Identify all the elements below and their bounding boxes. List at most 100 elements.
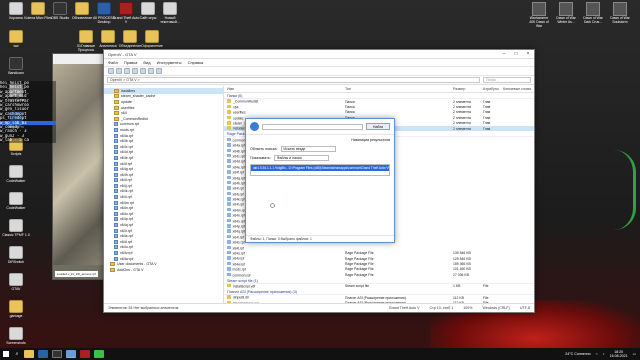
column-header[interactable]: Имя bbox=[224, 87, 342, 91]
import-icon[interactable] bbox=[140, 68, 146, 74]
network-icon[interactable]: ⌁ bbox=[596, 352, 598, 356]
taskbar-app-obs[interactable] bbox=[52, 350, 62, 358]
desktop-icon[interactable]: Classic TPMF 1.0 bbox=[2, 219, 30, 237]
file-name: _CommonRedist bbox=[233, 99, 259, 104]
top-right-shortcut[interactable]: Dawn of War Dark Crus... bbox=[582, 2, 604, 25]
file-name: x64s.rpf bbox=[232, 240, 245, 245]
area-select[interactable]: Искать везде bbox=[280, 145, 336, 152]
folder-icon bbox=[227, 121, 231, 125]
desktop-icon-image bbox=[9, 273, 23, 286]
close-icon[interactable]: × bbox=[522, 50, 534, 59]
search-dialog[interactable]: Найти Навигация результатов Область поис… bbox=[245, 118, 395, 243]
column-header[interactable]: Атрибуты bbox=[480, 87, 500, 91]
tree-item-label: common.rpf bbox=[120, 122, 139, 127]
back-icon[interactable] bbox=[108, 68, 114, 74]
folder-icon bbox=[227, 115, 231, 120]
game-titlebar[interactable] bbox=[53, 54, 107, 64]
desktop-icon-image bbox=[101, 30, 115, 43]
desktop-icon-image bbox=[9, 2, 23, 15]
file-name: x64a.rpf bbox=[232, 143, 245, 148]
status-left: Элементов: 54 Нет выбранных элементов bbox=[108, 306, 179, 310]
top-right-shortcut[interactable]: Warhammer 40K Dawn of War bbox=[528, 2, 550, 28]
advanced-link[interactable]: Навигация результатов bbox=[351, 138, 390, 142]
file-name: mods.rpf bbox=[232, 267, 246, 272]
taskbar-app-openiv[interactable] bbox=[66, 350, 76, 358]
new-folder-icon[interactable] bbox=[132, 68, 138, 74]
table-row[interactable]: dinput8.dll Плагин ASI (Расширение прилож… bbox=[224, 295, 534, 300]
menu-bar: Файл Правка Вид Инструменты Справка bbox=[104, 59, 534, 67]
table-row[interactable]: x64 Папка 2 элемента Глав bbox=[224, 104, 534, 109]
rpf-archive-icon bbox=[114, 206, 118, 211]
desktop-icon-label: OBS Studio bbox=[50, 16, 70, 20]
top-right-shortcut[interactable]: Dawn of War Soulstorm bbox=[609, 2, 631, 25]
folder-icon bbox=[227, 110, 231, 114]
tree-item-label: steam_shader_cache bbox=[121, 94, 156, 99]
desktop-icon[interactable]: Screenshots bbox=[2, 327, 30, 345]
tree-item[interactable]: AddOns - GTA V bbox=[104, 267, 223, 273]
file-name: x64p.rpf bbox=[232, 224, 245, 229]
desktop-icon[interactable]: DIRSwitch bbox=[2, 246, 30, 264]
export-icon[interactable] bbox=[148, 68, 154, 74]
folder-icon bbox=[114, 116, 119, 121]
file-name: x64u.rpf bbox=[232, 251, 245, 256]
file-name: dinput8.dll bbox=[233, 295, 249, 300]
desktop-icon[interactable]: CodeWalker bbox=[2, 165, 30, 183]
desktop-icon[interactable]: Bandicam bbox=[2, 57, 30, 75]
maximize-icon[interactable]: □ bbox=[510, 50, 522, 59]
cell-size: 2 элемента bbox=[453, 121, 471, 126]
desktop-icon[interactable]: CodeWalker bbox=[2, 192, 30, 210]
column-header[interactable]: Размер bbox=[450, 87, 480, 91]
find-button[interactable]: Найти bbox=[366, 123, 390, 130]
tree-item-label: x64t.rpf bbox=[120, 239, 132, 244]
cell-size: 2 элемента bbox=[453, 99, 471, 104]
path-input[interactable]: OpenIV > GTA V > bbox=[107, 77, 480, 83]
game-window[interactable]: Loaded v_int_24f_annexx.rpf bbox=[52, 53, 108, 280]
menu-item[interactable]: Файл bbox=[108, 60, 118, 65]
desktop-icon[interactable]: ww bbox=[2, 30, 30, 48]
rpf-archive-icon bbox=[227, 170, 231, 174]
start-button[interactable] bbox=[0, 348, 12, 360]
search-query-input[interactable] bbox=[262, 123, 363, 130]
desktop-icon[interactable]: GTAV bbox=[2, 273, 30, 291]
clock[interactable]: 18:20 16.08.2021 bbox=[610, 350, 628, 358]
taskbar-app-browser[interactable] bbox=[38, 350, 48, 358]
tree-item-label: _CommonRedist bbox=[121, 116, 148, 121]
forward-icon[interactable] bbox=[116, 68, 122, 74]
menu-item[interactable]: Вид bbox=[143, 60, 150, 65]
taskbar-app-gta[interactable] bbox=[80, 350, 90, 358]
edit-mode-icon[interactable] bbox=[156, 68, 162, 74]
column-header[interactable]: Ключевые слова bbox=[500, 87, 534, 91]
desktop-icon[interactable]: garbage bbox=[2, 300, 30, 318]
cell-attr: Глав bbox=[483, 110, 491, 115]
game-shortcut-icon bbox=[586, 2, 600, 16]
rpf-archive-icon bbox=[227, 245, 231, 250]
menu-item[interactable]: Правка bbox=[124, 60, 138, 65]
result-item[interactable]: lab1.5.54.1.1.1.%dg8fo - D:\Program File… bbox=[251, 165, 389, 171]
notifications-icon[interactable]: ▭ bbox=[633, 352, 636, 356]
taskbar-app-explorer[interactable] bbox=[24, 350, 34, 358]
desktop-icon[interactable]: Оформление bbox=[138, 30, 166, 48]
menu-item[interactable]: Справка bbox=[188, 60, 204, 65]
console-line: w_lab - 5 ca bbox=[0, 138, 29, 143]
taskbar-app-notepad[interactable] bbox=[94, 350, 104, 358]
cell-attr: Глав bbox=[483, 99, 491, 104]
cell-type: Папка bbox=[345, 110, 355, 115]
column-header[interactable]: Тип bbox=[342, 87, 450, 91]
weather-text[interactable]: 24°C Солнечно bbox=[565, 352, 590, 356]
search-icon[interactable]: ⌕ bbox=[12, 348, 22, 360]
file-name: x64n.rpf bbox=[232, 213, 245, 218]
search-input[interactable]: Поиск bbox=[483, 77, 531, 83]
file-name: x64q.rpf bbox=[232, 229, 245, 234]
file-name: common.rpf bbox=[232, 273, 251, 278]
menu-item[interactable]: Инструменты bbox=[157, 60, 182, 65]
minimize-icon[interactable]: – bbox=[498, 50, 510, 59]
type-select[interactable]: Файлы и папки bbox=[273, 154, 329, 161]
desktop-icon[interactable]: Новый текстовый... bbox=[156, 2, 184, 24]
volume-icon[interactable]: ♪ bbox=[603, 352, 605, 356]
file-name: x64d.rpf bbox=[232, 159, 245, 164]
rpf-archive-icon bbox=[114, 251, 118, 256]
table-row[interactable]: _CommonRedist Папка 2 элемента Глав bbox=[224, 99, 534, 104]
up-icon[interactable] bbox=[124, 68, 130, 74]
top-right-shortcut[interactable]: Dawn of War Winter As... bbox=[555, 2, 577, 25]
table-row[interactable]: userfiles Папка 2 элемента Глав bbox=[224, 110, 534, 115]
